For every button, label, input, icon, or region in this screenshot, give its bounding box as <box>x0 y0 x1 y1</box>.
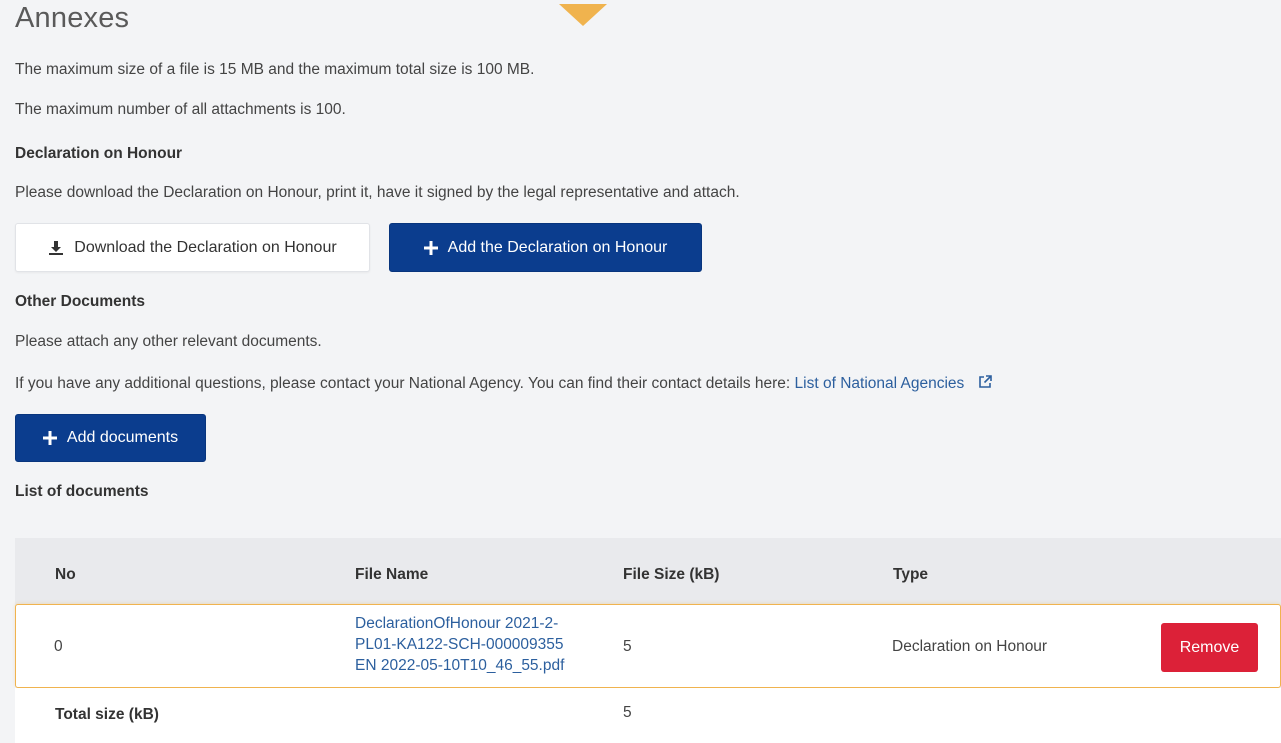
total-row: Total size (kB) 5 <box>15 688 1281 743</box>
total-size-label: Total size (kB) <box>55 706 159 723</box>
file-name-link[interactable]: DeclarationOfHonour 2021-2- PL01-KA122-S… <box>355 613 564 676</box>
total-size-value: 5 <box>623 704 632 721</box>
documents-list-heading: List of documents <box>15 483 149 500</box>
top-chevron <box>559 4 607 26</box>
max-size-text: The maximum size of a file is 15 MB and … <box>15 61 535 78</box>
declaration-heading: Declaration on Honour <box>15 145 183 162</box>
row-number: 0 <box>54 638 63 655</box>
national-agencies-link[interactable]: List of National Agencies <box>795 375 965 392</box>
column-header-no: No <box>55 566 76 583</box>
download-declaration-button[interactable]: Download the Declaration on Honour <box>15 223 370 272</box>
contact-paragraph: If you have any additional questions, pl… <box>15 374 993 395</box>
add-documents-label: Add documents <box>66 429 179 446</box>
document-type: Declaration on Honour <box>892 638 1048 655</box>
file-name-line: EN 2022-05-10T10_46_55.pdf <box>355 657 565 674</box>
add-documents-button[interactable]: Add documents <box>15 414 206 462</box>
remove-button[interactable]: Remove <box>1161 623 1258 672</box>
plus-icon <box>423 240 438 255</box>
download-declaration-label: Download the Declaration on Honour <box>74 238 337 256</box>
contact-text: If you have any additional questions, pl… <box>15 375 791 392</box>
page-title: Annexes <box>15 2 130 34</box>
column-header-file-name: File Name <box>355 566 429 583</box>
table-row: 0 DeclarationOfHonour 2021-2- PL01-KA122… <box>15 604 1281 688</box>
max-number-text: The maximum number of all attachments is… <box>15 101 346 118</box>
plus-icon <box>42 431 57 445</box>
column-header-type: Type <box>893 566 929 583</box>
other-documents-heading: Other Documents <box>15 293 146 310</box>
file-size-value: 5 <box>623 638 632 655</box>
external-link-icon[interactable] <box>977 374 993 395</box>
download-icon <box>48 240 64 256</box>
other-documents-instructions: Please attach any other relevant documen… <box>15 333 322 350</box>
add-declaration-button[interactable]: Add the Declaration on Honour <box>389 223 702 272</box>
declaration-instructions: Please download the Declaration on Honou… <box>15 184 740 201</box>
file-name-line: PL01-KA122-SCH-000009355 <box>355 636 564 653</box>
documents-table-header: No File Name File Size (kB) Type <box>15 538 1281 612</box>
add-declaration-label: Add the Declaration on Honour <box>447 238 668 256</box>
file-name-line: DeclarationOfHonour 2021-2- <box>355 615 559 632</box>
column-header-file-size: File Size (kB) <box>623 566 720 583</box>
